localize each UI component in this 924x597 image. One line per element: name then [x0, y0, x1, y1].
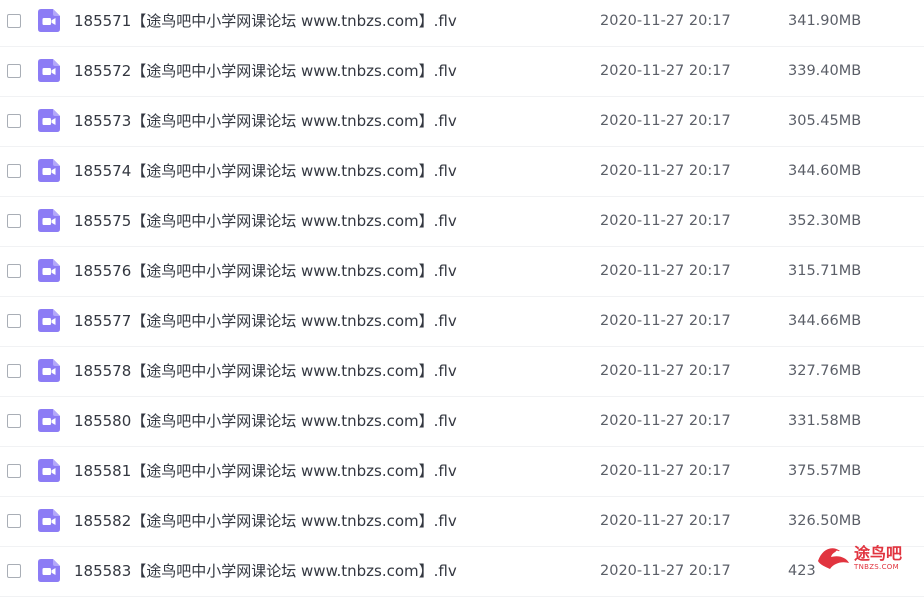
video-file-icon	[38, 259, 60, 282]
file-row[interactable]: 185581【途鸟吧中小学网课论坛 www.tnbzs.com】.flv 2020…	[0, 447, 924, 497]
file-row[interactable]: 185576【途鸟吧中小学网课论坛 www.tnbzs.com】.flv 2020…	[0, 247, 924, 297]
row-checkbox[interactable]	[7, 214, 21, 228]
file-size: 423	[788, 563, 816, 579]
file-name[interactable]: 185571【途鸟吧中小学网课论坛 www.tnbzs.com】.flv	[74, 12, 457, 30]
file-name[interactable]: 185576【途鸟吧中小学网课论坛 www.tnbzs.com】.flv	[74, 262, 457, 280]
file-row[interactable]: 185572【途鸟吧中小学网课论坛 www.tnbzs.com】.flv 2020…	[0, 47, 924, 97]
file-size: 326.50MB	[788, 513, 862, 529]
file-modified-date: 2020-11-27 20:17	[600, 213, 731, 229]
bird-logo-icon	[818, 548, 849, 569]
file-row[interactable]: 185583【途鸟吧中小学网课论坛 www.tnbzs.com】.flv 2020…	[0, 547, 924, 597]
video-file-icon	[38, 159, 60, 182]
file-row[interactable]: 185580【途鸟吧中小学网课论坛 www.tnbzs.com】.flv 2020…	[0, 397, 924, 447]
file-size: 341.90MB	[788, 13, 862, 29]
file-row[interactable]: 185575【途鸟吧中小学网课论坛 www.tnbzs.com】.flv 2020…	[0, 197, 924, 247]
row-checkbox[interactable]	[7, 264, 21, 278]
file-size: 352.30MB	[788, 213, 862, 229]
video-file-icon	[38, 9, 60, 32]
file-row[interactable]: 185577【途鸟吧中小学网课论坛 www.tnbzs.com】.flv 2020…	[0, 297, 924, 347]
file-modified-date: 2020-11-27 20:17	[600, 113, 731, 129]
file-name[interactable]: 185575【途鸟吧中小学网课论坛 www.tnbzs.com】.flv	[74, 212, 457, 230]
row-checkbox[interactable]	[7, 164, 21, 178]
file-size: 305.45MB	[788, 113, 862, 129]
file-name[interactable]: 185580【途鸟吧中小学网课论坛 www.tnbzs.com】.flv	[74, 412, 457, 430]
file-size: 331.58MB	[788, 413, 862, 429]
video-file-icon	[38, 209, 60, 232]
file-name[interactable]: 185581【途鸟吧中小学网课论坛 www.tnbzs.com】.flv	[74, 462, 457, 480]
row-checkbox[interactable]	[7, 414, 21, 428]
file-modified-date: 2020-11-27 20:17	[600, 313, 731, 329]
file-name[interactable]: 185573【途鸟吧中小学网课论坛 www.tnbzs.com】.flv	[74, 112, 457, 130]
file-name[interactable]: 185582【途鸟吧中小学网课论坛 www.tnbzs.com】.flv	[74, 512, 457, 530]
file-size: 344.60MB	[788, 163, 862, 179]
video-file-icon	[38, 309, 60, 332]
file-size: 375.57MB	[788, 463, 862, 479]
row-checkbox[interactable]	[7, 464, 21, 478]
video-file-icon	[38, 359, 60, 382]
watermark-text: 途鸟吧	[854, 544, 903, 563]
file-row[interactable]: 185574【途鸟吧中小学网课论坛 www.tnbzs.com】.flv 2020…	[0, 147, 924, 197]
file-size: 339.40MB	[788, 63, 862, 79]
file-size: 344.66MB	[788, 313, 862, 329]
file-size: 315.71MB	[788, 263, 862, 279]
row-checkbox[interactable]	[7, 514, 21, 528]
video-file-icon	[38, 59, 60, 82]
file-modified-date: 2020-11-27 20:17	[600, 13, 731, 29]
watermark: 途鸟吧 TNBZS.COM	[814, 543, 914, 573]
file-row[interactable]: 185578【途鸟吧中小学网课论坛 www.tnbzs.com】.flv 2020…	[0, 347, 924, 397]
file-modified-date: 2020-11-27 20:17	[600, 463, 731, 479]
file-name[interactable]: 185574【途鸟吧中小学网课论坛 www.tnbzs.com】.flv	[74, 162, 457, 180]
file-modified-date: 2020-11-27 20:17	[600, 63, 731, 79]
row-checkbox[interactable]	[7, 14, 21, 28]
file-row[interactable]: 185571【途鸟吧中小学网课论坛 www.tnbzs.com】.flv 2020…	[0, 0, 924, 47]
row-checkbox[interactable]	[7, 564, 21, 578]
file-name[interactable]: 185578【途鸟吧中小学网课论坛 www.tnbzs.com】.flv	[74, 362, 457, 380]
file-name[interactable]: 185577【途鸟吧中小学网课论坛 www.tnbzs.com】.flv	[74, 312, 457, 330]
video-file-icon	[38, 509, 60, 532]
file-name[interactable]: 185572【途鸟吧中小学网课论坛 www.tnbzs.com】.flv	[74, 62, 457, 80]
row-checkbox[interactable]	[7, 364, 21, 378]
file-size: 327.76MB	[788, 363, 862, 379]
file-row[interactable]: 185582【途鸟吧中小学网课论坛 www.tnbzs.com】.flv 2020…	[0, 497, 924, 547]
row-checkbox[interactable]	[7, 114, 21, 128]
file-row[interactable]: 185573【途鸟吧中小学网课论坛 www.tnbzs.com】.flv 2020…	[0, 97, 924, 147]
row-checkbox[interactable]	[7, 314, 21, 328]
file-modified-date: 2020-11-27 20:17	[600, 413, 731, 429]
file-modified-date: 2020-11-27 20:17	[600, 513, 731, 529]
file-modified-date: 2020-11-27 20:17	[600, 163, 731, 179]
file-modified-date: 2020-11-27 20:17	[600, 563, 731, 579]
row-checkbox[interactable]	[7, 64, 21, 78]
video-file-icon	[38, 409, 60, 432]
file-modified-date: 2020-11-27 20:17	[600, 363, 731, 379]
file-name[interactable]: 185583【途鸟吧中小学网课论坛 www.tnbzs.com】.flv	[74, 562, 457, 580]
video-file-icon	[38, 459, 60, 482]
watermark-subtext: TNBZS.COM	[854, 563, 899, 571]
video-file-icon	[38, 109, 60, 132]
file-modified-date: 2020-11-27 20:17	[600, 263, 731, 279]
